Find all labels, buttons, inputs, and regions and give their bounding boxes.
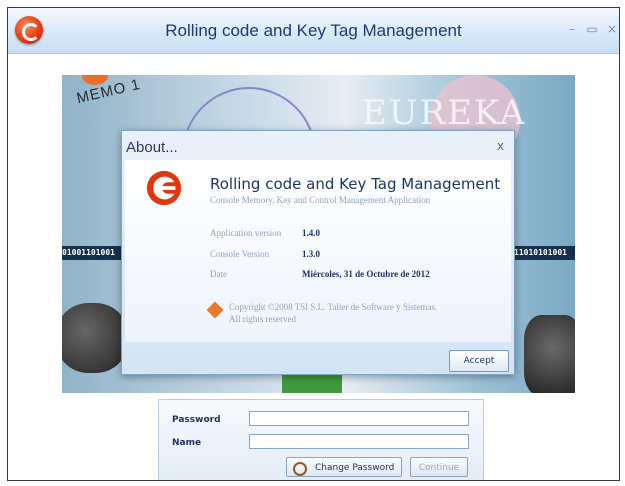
date-label: Date — [210, 269, 227, 279]
login-panel: Password Name Change Password Continue — [158, 399, 484, 480]
main-window: Rolling code and Key Tag Management – ▭ … — [7, 7, 620, 481]
title-bar: Rolling code and Key Tag Management – ▭ … — [8, 8, 619, 54]
app-version-label: Application version — [210, 228, 282, 238]
circuit-chip-image — [282, 374, 342, 393]
maximize-button[interactable]: ▭ — [585, 22, 599, 36]
console-version-value: 1.3.0 — [302, 249, 320, 259]
about-app-subtitle: Console Memory, Key and Control Manageme… — [210, 195, 431, 205]
password-label: Password — [172, 415, 221, 425]
binary-strip-right: 11010101001 — [514, 246, 575, 260]
app-version-value: 1.4.0 — [302, 228, 320, 238]
name-label: Name — [172, 438, 202, 448]
date-value: Miércoles, 31 de Octubre de 2012 — [302, 269, 430, 279]
minimize-button[interactable]: – — [565, 22, 579, 36]
about-app-name: Rolling code and Key Tag Management — [210, 175, 501, 193]
about-dialog-title: About... — [126, 139, 178, 156]
key-icon — [293, 462, 307, 476]
continue-button[interactable]: Continue — [410, 457, 468, 477]
copyright-icon — [206, 301, 224, 319]
key-fob-image-left — [62, 303, 128, 373]
key-fob-image-right — [524, 315, 575, 393]
copyright-text: Copyright ©2008 TSI S.L. Taller de Softw… — [229, 301, 509, 325]
window-title: Rolling code and Key Tag Management — [165, 21, 462, 40]
about-dialog: About... x Rolling code and Key Tag Mana… — [121, 130, 515, 375]
eureka-logo-icon — [146, 170, 182, 206]
change-password-label: Change Password — [315, 463, 395, 473]
password-input[interactable] — [249, 411, 469, 426]
change-password-button[interactable]: Change Password — [286, 457, 402, 477]
accept-button[interactable]: Accept — [449, 350, 509, 372]
about-dialog-body: Rolling code and Key Tag Management Cons… — [125, 160, 511, 342]
about-close-button[interactable]: x — [497, 139, 504, 153]
close-button[interactable]: × — [605, 22, 619, 36]
console-version-label: Console Version — [210, 249, 270, 259]
copyright-line-1: Copyright ©2008 TSI S.L. Taller de Softw… — [229, 302, 438, 312]
eureka-watermark: EUREKA — [362, 93, 527, 133]
binary-strip-left: 01001101001 — [62, 246, 124, 260]
name-input[interactable] — [249, 434, 469, 449]
copyright-line-2: All rights reserved — [229, 314, 296, 324]
